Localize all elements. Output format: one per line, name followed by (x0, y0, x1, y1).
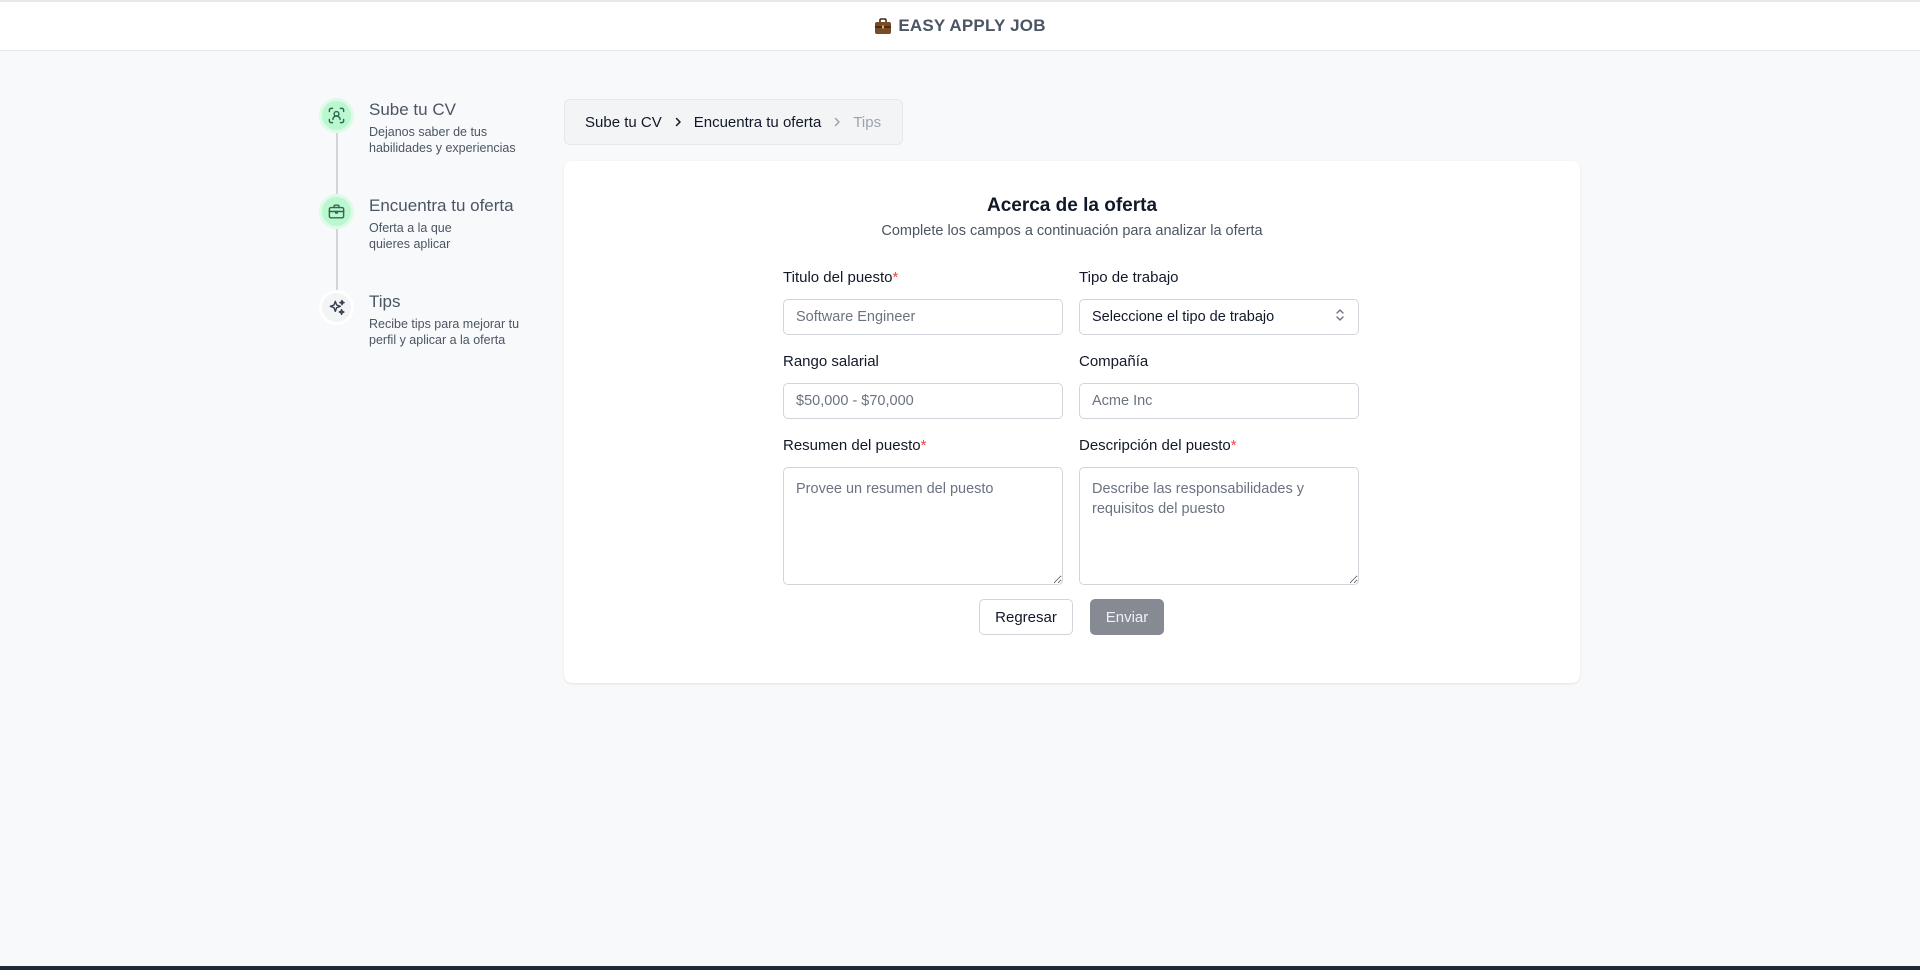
step-status-done (319, 98, 354, 133)
job-title-field: Titulo del puesto* (783, 269, 1063, 335)
salary-range-label: Rango salarial (783, 353, 879, 370)
job-type-select[interactable]: Seleccione el tipo de trabajo (1079, 299, 1359, 335)
job-description-field: Descripción del puesto* (1079, 437, 1359, 590)
chevron-up-down-icon (1334, 308, 1346, 326)
step-description: Oferta a la que quieres aplicar (369, 221, 452, 251)
brand[interactable]: EASY APPLY JOB (874, 16, 1045, 36)
breadcrumb-item-upload-cv[interactable]: Sube tu CV (585, 114, 662, 131)
salary-range-input[interactable] (783, 383, 1063, 419)
company-label: Compañía (1079, 353, 1149, 370)
briefcase-icon (874, 17, 892, 35)
required-marker: * (1230, 437, 1237, 454)
required-marker: * (920, 437, 927, 454)
submit-button[interactable]: Enviar (1090, 599, 1164, 635)
job-type-field: Tipo de trabajo Seleccione el tipo de tr… (1079, 269, 1359, 335)
step-title: Tips (369, 292, 401, 311)
breadcrumb-item-tips: Tips (853, 113, 882, 131)
brand-name: EASY APPLY JOB (898, 16, 1046, 35)
offer-form-card: Acerca de la oferta Complete los campos … (564, 161, 1580, 683)
step-connector (335, 229, 338, 290)
progress-steps: Sube tu CV Dejanos saber de tus habilida… (319, 98, 539, 386)
job-description-label: Descripción del puesto* (1079, 437, 1237, 454)
step-title: Encuentra tu oferta (369, 196, 514, 215)
job-description-textarea[interactable] (1079, 467, 1359, 585)
scan-user-icon (328, 107, 345, 124)
top-bar: EASY APPLY JOB (0, 0, 1920, 51)
job-summary-field: Resumen del puesto* (783, 437, 1063, 590)
company-input[interactable] (1079, 383, 1359, 419)
form-title: Acerca de la oferta (986, 195, 1158, 216)
step-description: Recibe tips para mejorar tu perfil y apl… (369, 317, 520, 347)
back-button[interactable]: Regresar (979, 599, 1073, 635)
job-summary-label: Resumen del puesto* (783, 437, 927, 454)
required-marker: * (892, 269, 899, 286)
job-title-label: Titulo del puesto* (783, 269, 899, 286)
breadcrumb: Sube tu CV Encuentra tu oferta Tips (564, 99, 903, 145)
job-title-input[interactable] (783, 299, 1063, 335)
step-status-done (319, 194, 354, 229)
step-connector (335, 133, 338, 194)
salary-range-field: Rango salarial (783, 353, 1063, 419)
step-tips[interactable]: Tips Recibe tips para mejorar tu perfil … (319, 290, 539, 386)
step-find-offer[interactable]: Encuentra tu oferta Oferta a la que quie… (319, 194, 539, 290)
chevron-right-icon (831, 116, 843, 128)
company-field: Compañía (1079, 353, 1359, 419)
job-type-label: Tipo de trabajo (1079, 269, 1179, 286)
step-title: Sube tu CV (369, 100, 456, 119)
breadcrumb-item-find-offer[interactable]: Encuentra tu oferta (694, 114, 822, 131)
sparkles-icon (329, 299, 345, 315)
briefcase-icon (328, 204, 345, 219)
job-summary-textarea[interactable] (783, 467, 1063, 585)
step-description: Dejanos saber de tus habilidades y exper… (369, 125, 516, 155)
job-type-selected: Seleccione el tipo de trabajo (1092, 309, 1275, 325)
chevron-right-icon (672, 116, 684, 128)
form-subtitle: Complete los campos a continuación para … (881, 223, 1263, 239)
step-status-pending (319, 290, 354, 325)
step-upload-cv[interactable]: Sube tu CV Dejanos saber de tus habilida… (319, 98, 539, 194)
window-bottom-edge (0, 956, 1920, 970)
